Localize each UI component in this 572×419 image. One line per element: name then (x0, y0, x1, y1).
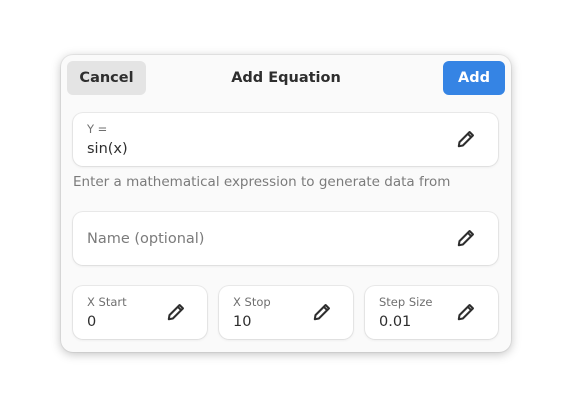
x-stop-field[interactable]: X Stop 10 (219, 286, 353, 339)
equation-field-value[interactable]: sin(x) (87, 141, 128, 157)
pencil-icon[interactable] (457, 229, 475, 247)
pencil-icon[interactable] (167, 303, 185, 321)
equation-hint: Enter a mathematical expression to gener… (73, 174, 451, 190)
equation-field-label: Y = (87, 122, 108, 136)
name-field[interactable]: Name (optional) (73, 212, 498, 265)
add-equation-dialog: Add Equation Cancel Add Y = sin(x) Enter… (61, 55, 511, 352)
x-start-value[interactable]: 0 (87, 314, 96, 330)
x-stop-label: X Stop (233, 295, 271, 309)
name-field-placeholder[interactable]: Name (optional) (87, 212, 204, 265)
pencil-icon[interactable] (313, 303, 331, 321)
x-start-label: X Start (87, 295, 127, 309)
x-start-field[interactable]: X Start 0 (73, 286, 207, 339)
cancel-button[interactable]: Cancel (67, 61, 146, 95)
step-size-label: Step Size (379, 295, 433, 309)
pencil-icon[interactable] (457, 303, 475, 321)
pencil-icon[interactable] (457, 130, 475, 148)
step-size-field[interactable]: Step Size 0.01 (365, 286, 498, 339)
equation-field[interactable]: Y = sin(x) (73, 113, 498, 166)
x-stop-value[interactable]: 10 (233, 314, 251, 330)
add-button[interactable]: Add (443, 61, 505, 95)
step-size-value[interactable]: 0.01 (379, 314, 411, 330)
